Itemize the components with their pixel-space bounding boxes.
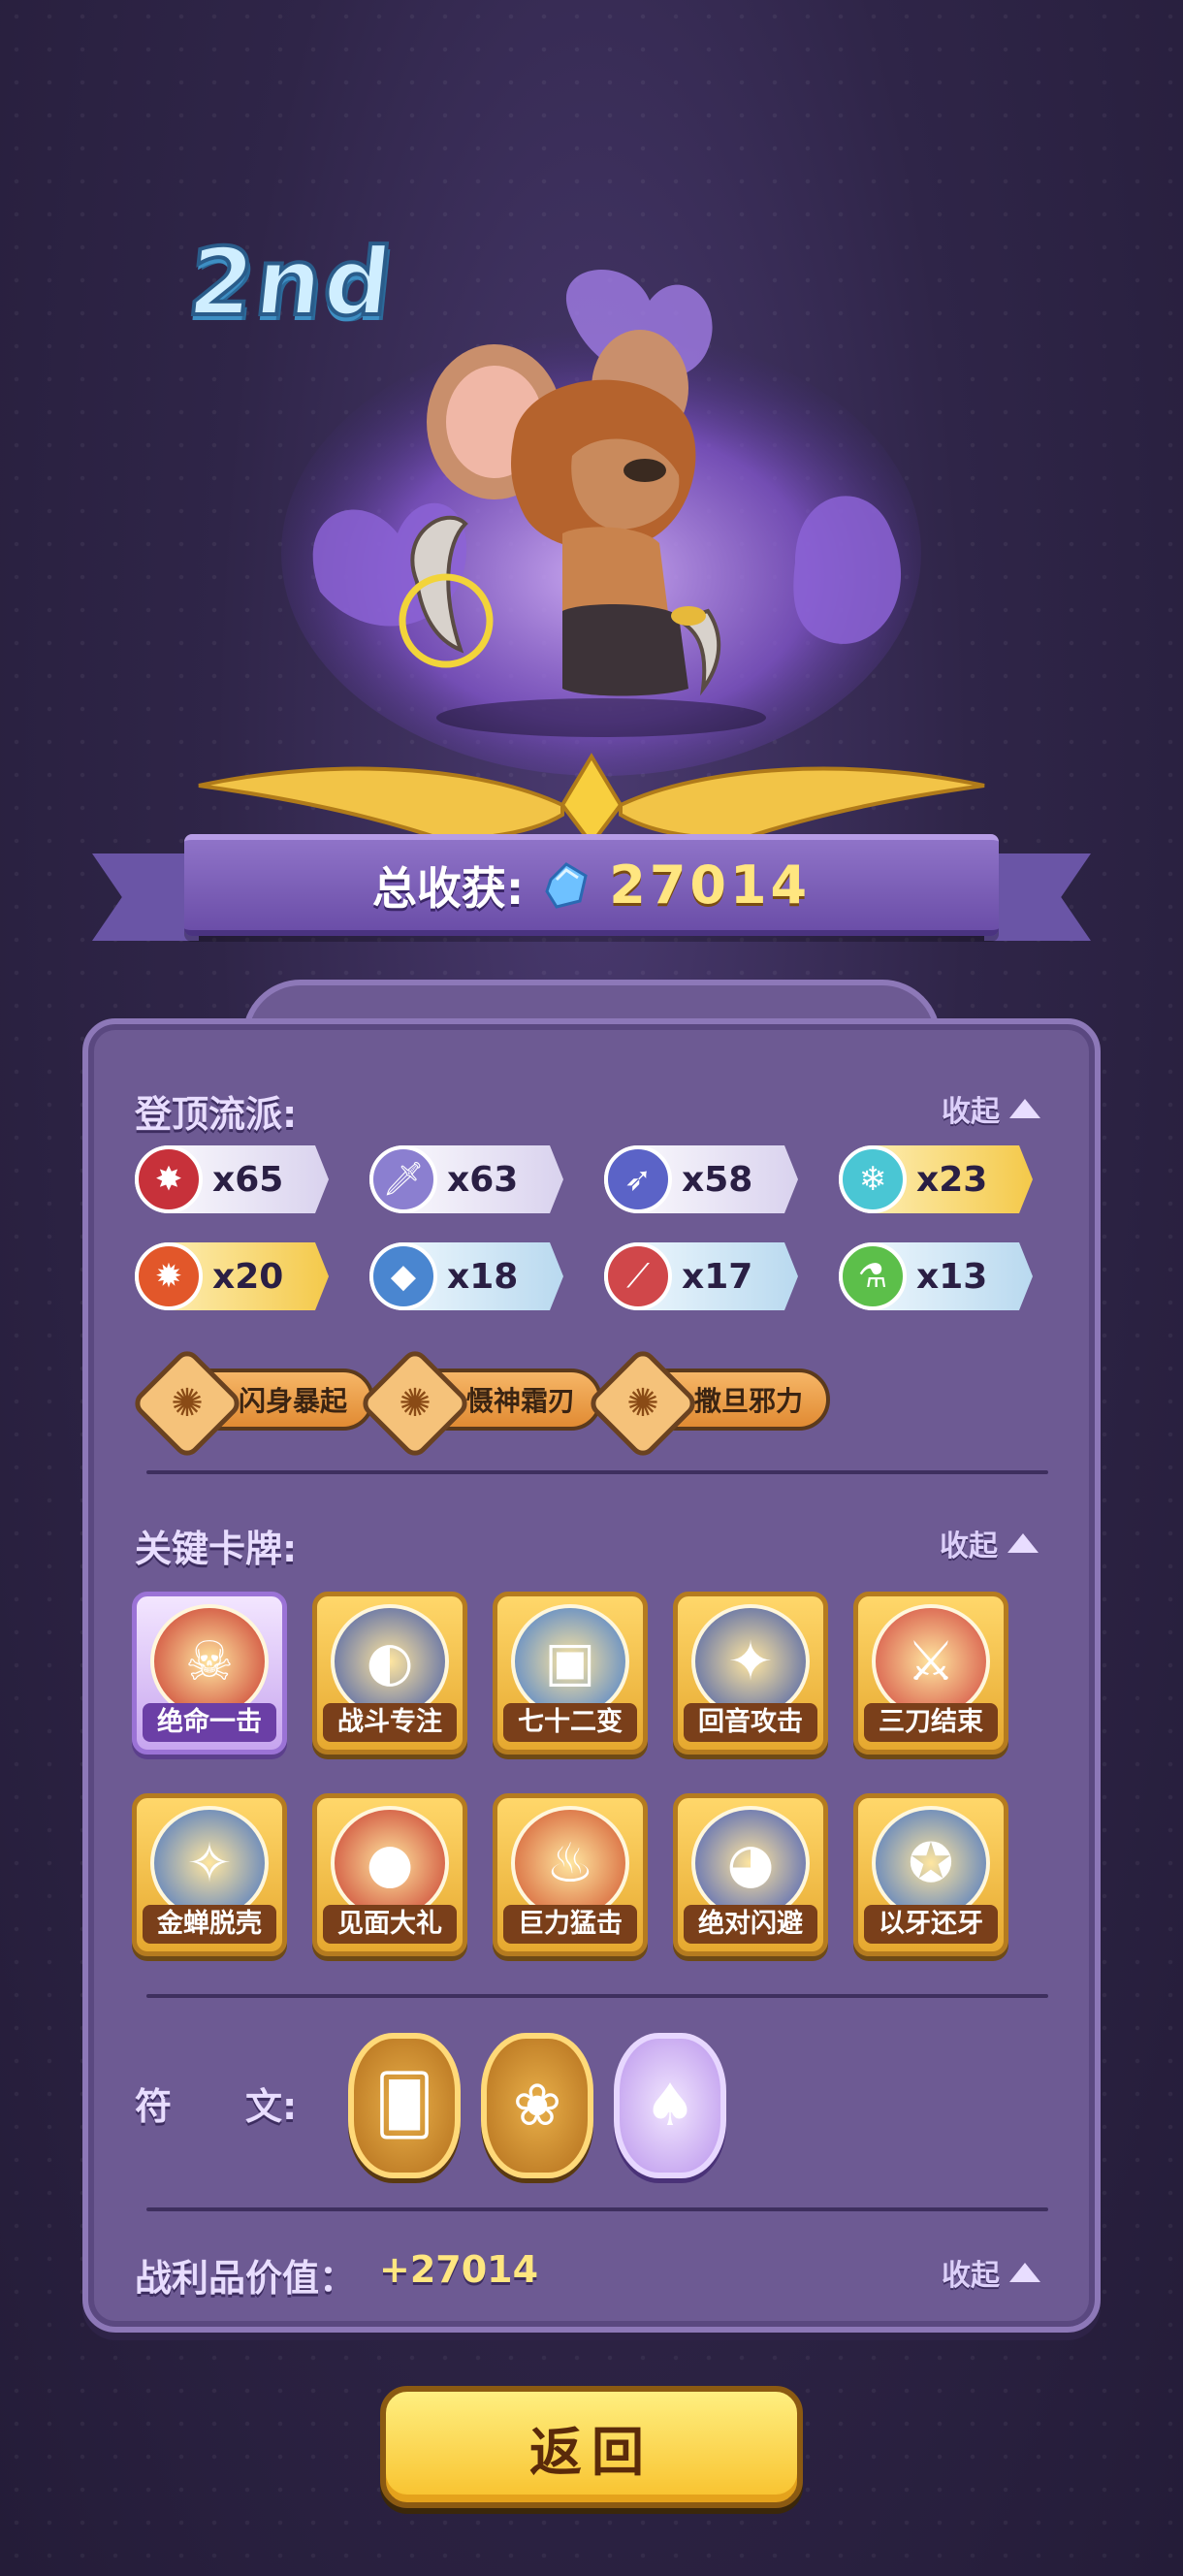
card-spade-icon: ♠ (644, 2072, 696, 2140)
style-chip[interactable]: ✸ x65 (135, 1145, 329, 1213)
skill-swirl-icon: ✺ (585, 1345, 701, 1462)
rose-icon: ❀ (512, 2072, 562, 2140)
snowflake-icon: ❄ (839, 1145, 907, 1213)
style-chip[interactable]: ➶ x58 (604, 1145, 798, 1213)
style-chip[interactable]: ⚗ x13 (839, 1242, 1033, 1310)
collapse-label: 收起 (940, 1530, 998, 1563)
key-card[interactable]: ✦ 回音攻击 (673, 1592, 828, 1755)
card-art-icon: ▣ (511, 1604, 629, 1719)
collapse-arrow-icon (1009, 2263, 1040, 2282)
collapse-arrow-icon (1007, 1533, 1039, 1553)
key-card[interactable]: ▣ 七十二变 (493, 1592, 648, 1755)
card-art-icon: ◐ (331, 1604, 449, 1719)
card-art-icon: ⚔ (872, 1604, 990, 1719)
key-card[interactable]: ● 见面大礼 (312, 1793, 467, 1956)
card-name: 战斗专注 (323, 1703, 457, 1742)
section-divider (146, 1470, 1048, 1474)
style-count: x65 (212, 1159, 284, 1200)
card-feather-icon: 🂠 (374, 2072, 434, 2140)
character-illustration (252, 242, 950, 786)
card-name: 七十二变 (503, 1703, 637, 1742)
total-harvest-value: 27014 (609, 854, 812, 916)
card-art-icon: ✦ (691, 1604, 810, 1719)
section-divider (146, 2207, 1048, 2211)
card-name: 见面大礼 (323, 1905, 457, 1944)
skill-pill-3[interactable]: ✺ 撒旦邪力 (585, 1345, 830, 1462)
styles-section-title: 登顶流派: (135, 1093, 298, 1136)
key-card[interactable]: ✧ 金蝉脱壳 (132, 1793, 287, 1956)
collapse-label: 收起 (942, 1095, 1000, 1129)
skill-pill-2[interactable]: ✺ 慑神霜刃 (357, 1345, 602, 1462)
slash-icon: ⟋ (604, 1242, 672, 1310)
loot-collapse-button[interactable]: 收起 (942, 2251, 1040, 2294)
style-count: x17 (682, 1256, 753, 1297)
style-chip[interactable]: ❄ x23 (839, 1145, 1033, 1213)
rune-card-spade[interactable]: ♠ (614, 2033, 726, 2178)
cards-collapse-button[interactable]: 收起 (940, 1522, 1039, 1564)
style-chip[interactable]: 🗡 x63 (369, 1145, 563, 1213)
runes-section-title: 符 文: (135, 2085, 298, 2128)
cards-section-title: 关键卡牌: (135, 1528, 298, 1570)
card-name: 绝对闪避 (684, 1905, 817, 1944)
flame-icon: ✹ (135, 1242, 203, 1310)
card-name: 绝命一击 (143, 1703, 276, 1742)
fire-claw-icon: ✸ (135, 1145, 203, 1213)
card-art-icon: ◕ (691, 1806, 810, 1920)
rune-rose[interactable]: ❀ (481, 2033, 593, 2178)
skill-pill-1[interactable]: ✺ 闪身暴起 (129, 1345, 374, 1462)
skill-name: 慑神霜刃 (465, 1385, 575, 1417)
section-divider (146, 1994, 1048, 1998)
card-name: 以牙还牙 (864, 1905, 998, 1944)
style-count: x23 (916, 1159, 988, 1200)
collapse-label: 收起 (942, 2259, 1000, 2293)
card-art-icon: ☠ (150, 1604, 269, 1719)
skill-swirl-icon: ✺ (129, 1345, 245, 1462)
total-harvest-label: 总收获: (371, 861, 525, 915)
key-card[interactable]: ◕ 绝对闪避 (673, 1793, 828, 1956)
loot-value: +27014 (379, 2248, 539, 2291)
card-art-icon: ✧ (150, 1806, 269, 1920)
style-chip[interactable]: ✹ x20 (135, 1242, 329, 1310)
blue-gem-icon (545, 861, 588, 909)
back-button[interactable]: 返回 (380, 2386, 803, 2508)
skill-name: 撒旦邪力 (693, 1385, 803, 1417)
style-count: x58 (682, 1159, 753, 1200)
character-art (281, 269, 921, 776)
card-art-icon: ♨ (511, 1806, 629, 1920)
water-drop-icon: ◆ (369, 1242, 437, 1310)
key-card[interactable]: ☠ 绝命一击 (132, 1592, 287, 1755)
potion-icon: ⚗ (839, 1242, 907, 1310)
style-count: x13 (916, 1256, 988, 1297)
banner-tail-right (984, 853, 1091, 941)
style-count: x20 (212, 1256, 284, 1297)
style-count: x63 (447, 1159, 519, 1200)
loot-section-title: 战利品价值： (135, 2257, 357, 2300)
key-card[interactable]: ✪ 以牙还牙 (853, 1793, 1008, 1956)
results-panel: 登顶流派: 收起 ✸ x65 🗡 x63 ➶ x58 ❄ x23 ✹ x20 ◆ x18 ⟋ x17 ⚗ x1… (82, 1018, 1101, 2333)
total-harvest-banner: 总收获: 27014 (184, 834, 999, 936)
styles-collapse-button[interactable]: 收起 (942, 1087, 1040, 1130)
card-name: 巨力猛击 (503, 1905, 637, 1944)
dagger-icon: 🗡 (369, 1145, 437, 1213)
key-card[interactable]: ♨ 巨力猛击 (493, 1793, 648, 1956)
key-card[interactable]: ⚔ 三刀结束 (853, 1592, 1008, 1755)
skill-name: 闪身暴起 (238, 1385, 347, 1417)
key-card[interactable]: ◐ 战斗专注 (312, 1592, 467, 1755)
card-name: 三刀结束 (864, 1703, 998, 1742)
banner-tail-left (92, 853, 199, 941)
boot-icon: ➶ (604, 1145, 672, 1213)
card-art-icon: ● (331, 1806, 449, 1920)
collapse-arrow-icon (1009, 1099, 1040, 1118)
card-name: 回音攻击 (684, 1703, 817, 1742)
card-art-icon: ✪ (872, 1806, 990, 1920)
style-count: x18 (447, 1256, 519, 1297)
style-chip[interactable]: ⟋ x17 (604, 1242, 798, 1310)
card-name: 金蝉脱壳 (143, 1905, 276, 1944)
rune-card-feather[interactable]: 🂠 (348, 2033, 461, 2178)
style-chip[interactable]: ◆ x18 (369, 1242, 563, 1310)
skill-swirl-icon: ✺ (357, 1345, 473, 1462)
